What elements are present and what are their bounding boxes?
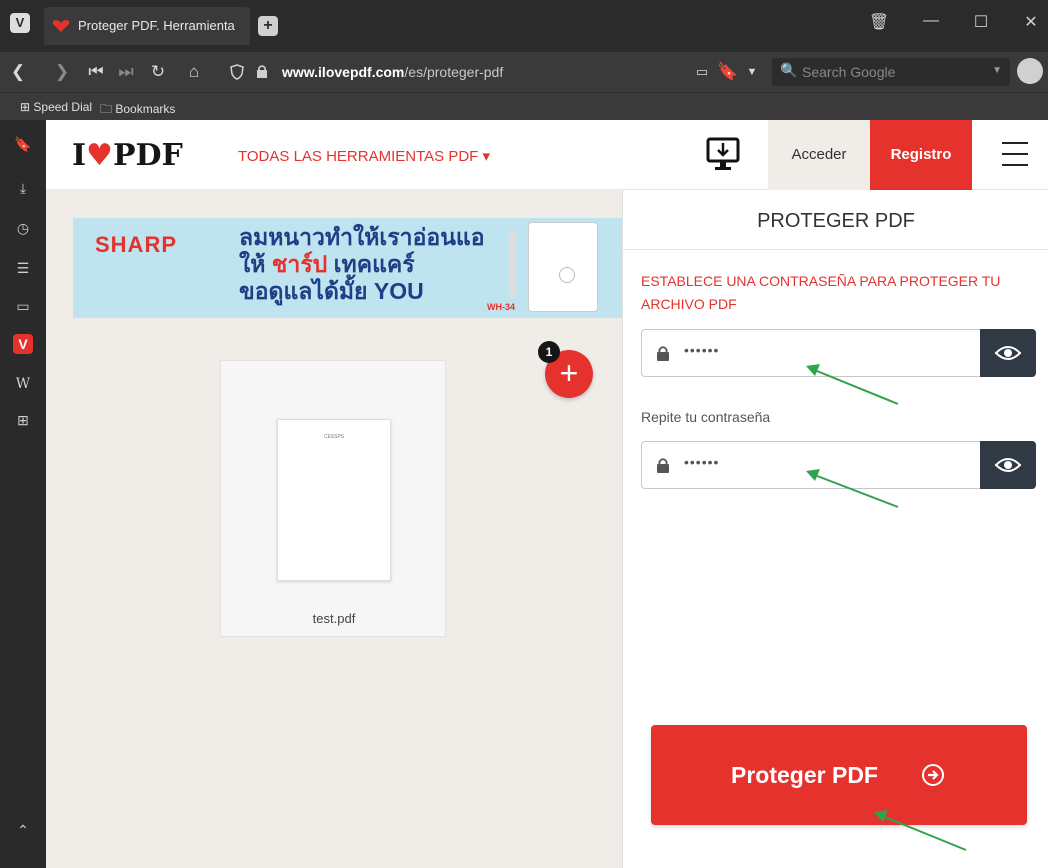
logo-text-left: I [72,138,87,173]
protect-pdf-button[interactable]: Proteger PDF [651,725,1027,825]
ad-brand: SHARP [95,232,178,257]
url-host: www.ilovepdf.com [282,64,405,80]
maximize-icon[interactable]: ☐ [966,12,996,32]
forward-icon[interactable]: ❯ [50,60,74,84]
ad-line-2: ให้ ชาร์ป เทคแคร์ [239,251,485,278]
search-input[interactable]: 🔍 Search Google ▼ [772,58,1010,86]
repeat-password-label: Repite tu contraseña [641,409,771,425]
vivaldi-menu-icon[interactable]: V [10,13,30,33]
options-panel: PROTEGER PDF ESTABLECE UNA CONTRASEÑA PA… [622,190,1048,868]
notes-panel-icon[interactable]: ☰ [13,258,33,278]
heart-icon: ♥ [86,138,113,173]
fast-forward-icon[interactable]: ⏭ [114,60,138,84]
ad-line-1: ลมหนาวทำให้เราอ่อนแอ [239,224,485,250]
side-panel: 🔖 ⤓ ◷ ☰ ▭ V W ⊞ ⌃ [0,120,46,868]
dropdown-icon[interactable]: ▼ [740,60,764,84]
site-header: I♥PDF TODAS LAS HERRAMIENTAS PDF ▾ Acced… [46,120,1048,190]
reload-icon[interactable]: ↻ [146,60,170,84]
lock-icon [657,346,669,361]
wikipedia-panel-icon[interactable]: W [13,374,33,394]
search-placeholder: Search Google [802,64,896,80]
minimize-icon[interactable]: — [916,12,946,30]
arrow-right-circle-icon [922,764,944,786]
ad-line-2c: เทคแคร์ [327,251,415,277]
ad-model: WH-34 [487,302,516,312]
protect-pdf-label: Proteger PDF [731,762,878,788]
shield-icon[interactable] [230,64,244,80]
nav-bar: ❮ ❯ ⏮ ⏭ ↻ ⌂ www.ilovepdf.com/es/proteger… [0,52,1048,92]
new-tab-icon[interactable]: + [258,16,278,36]
tab-active[interactable]: Proteger PDF. Herramienta [44,7,250,45]
repeat-password-field[interactable]: •••••• [641,441,1036,489]
show-repeat-password-eye-icon[interactable] [980,441,1036,489]
bookmark-icon[interactable]: 🔖 [716,60,740,84]
lock-icon [657,458,669,473]
vivaldi-web-panel-icon[interactable]: V [13,334,33,354]
trash-icon[interactable]: 🗑 [864,12,894,32]
back-icon[interactable]: ❮ [6,60,30,84]
password-field[interactable]: •••••• [641,329,1036,377]
screen: V Proteger PDF. Herramienta + 🗑 — ☐ ✕ ❮ … [0,0,1048,868]
password-value: •••••• [684,342,720,358]
search-icon: 🔍 [780,62,798,78]
add-panel-icon[interactable]: ⊞ [13,410,33,430]
signup-button[interactable]: Registro [870,120,972,190]
profile-avatar[interactable] [1017,58,1043,84]
close-icon[interactable]: ✕ [1016,12,1046,32]
ad-headline: ลมหนาวทำให้เราอ่อนแอ ให้ ชาร์ป เทคแคร์ ข… [239,224,485,305]
show-password-eye-icon[interactable] [980,329,1036,377]
settings-panel-icon[interactable]: ⌃ [13,820,33,840]
password-instruction: ESTABLECE UNA CONTRASEÑA PARA PROTEGER T… [641,273,1001,312]
water-heater-image [509,222,598,312]
downloads-panel-icon[interactable]: ⤓ [13,178,33,198]
file-name: test.pdf [312,611,356,626]
url-path: /es/proteger-pdf [404,64,504,80]
bookmark-folder-label: Bookmarks [115,102,176,116]
desktop-download-icon[interactable] [706,137,740,173]
bookmarks-panel-icon[interactable]: 🔖 [13,134,33,154]
url-text: www.ilovepdf.com/es/proteger-pdf [282,64,503,80]
tab-bar: V Proteger PDF. Herramienta + 🗑 — ☐ ✕ [0,0,1048,52]
ad-line-2a: ให้ [239,251,272,277]
history-panel-icon[interactable]: ◷ [13,218,33,238]
all-tools-menu[interactable]: TODAS LAS HERRAMIENTAS PDF ▾ [238,147,490,165]
ilovepdf-favicon-icon [52,20,70,32]
panel-title: PROTEGER PDF [623,190,1048,250]
reader-icon[interactable]: ▭ [690,60,714,84]
ad-banner[interactable]: SHARP ลมหนาวทำให้เราอ่อนแอ ให้ ชาร์ป เทค… [73,218,623,318]
lock-icon [257,65,267,78]
file-count-badge: 1 [538,341,560,363]
ilovepdf-logo[interactable]: I♥PDF [72,138,183,173]
login-button[interactable]: Acceder [768,120,870,190]
bookmark-speed-dial-label: Speed Dial [33,100,93,114]
file-card[interactable]: CESSPS test.pdf [220,360,446,637]
bookmark-folder[interactable]: 🗀 Bookmarks [100,100,175,121]
hamburger-menu-icon[interactable] [1002,142,1028,166]
all-tools-label: TODAS LAS HERRAMIENTAS PDF [238,148,479,165]
bookmarks-bar: ⊞ Speed Dial 🗀 Bookmarks [0,92,1048,120]
search-dropdown-icon[interactable]: ▼ [992,65,1002,76]
ad-line-3: ขอดูแลได้มั้ย YOU [239,278,424,304]
ad-line-2b: ชาร์ป [271,251,328,277]
thumbnail-text: CESSPS [323,434,345,440]
caret-down-icon: ▾ [482,148,491,165]
rewind-icon[interactable]: ⏮ [84,60,108,84]
tab-title: Proteger PDF. Herramienta [78,18,235,33]
logo-text-right: PDF [112,138,183,173]
bookmark-speed-dial[interactable]: ⊞ Speed Dial [20,100,92,114]
pdf-thumbnail: CESSPS [277,419,391,581]
repeat-password-value: •••••• [684,454,720,470]
page: I♥PDF TODAS LAS HERRAMIENTAS PDF ▾ Acced… [46,120,1048,868]
home-icon[interactable]: ⌂ [182,60,206,84]
window-panel-icon[interactable]: ▭ [13,296,33,316]
